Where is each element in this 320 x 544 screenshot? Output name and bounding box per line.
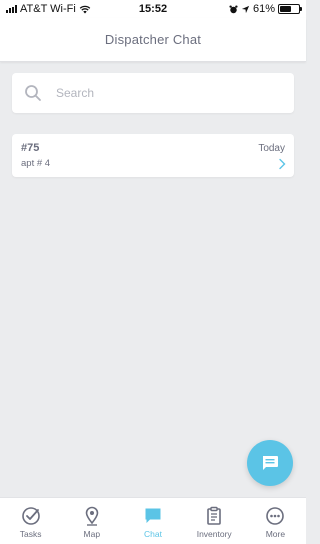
- header: Dispatcher Chat: [0, 18, 306, 62]
- nav-label-map: Map: [83, 529, 101, 539]
- battery-fill: [280, 6, 291, 12]
- cellular-signal-icon: [6, 5, 17, 13]
- nav-item-map[interactable]: Map: [61, 498, 122, 544]
- clipboard-icon: [207, 506, 222, 525]
- nav-label-inventory: Inventory: [196, 529, 232, 539]
- nav-item-tasks[interactable]: Tasks: [0, 498, 61, 544]
- status-bar: AT&T Wi-Fi 15:52 61%: [0, 0, 306, 18]
- nav-item-inventory[interactable]: Inventory: [184, 498, 245, 544]
- chat-bubble-icon: [145, 508, 161, 523]
- screen: AT&T Wi-Fi 15:52 61% Dispatcher Chat Sea…: [0, 0, 306, 544]
- new-chat-button[interactable]: [247, 440, 293, 486]
- nav-label-more: More: [265, 529, 286, 539]
- nav-label-tasks: Tasks: [19, 529, 42, 539]
- chat-title: #75: [21, 142, 40, 154]
- chat-date: Today: [258, 143, 285, 154]
- chat-subtitle: apt # 4: [21, 158, 51, 169]
- more-dots-icon: [266, 507, 285, 525]
- alarm-icon: [229, 4, 238, 13]
- nav-item-chat[interactable]: Chat: [122, 498, 183, 544]
- bottom-nav: Tasks Map Chat Inventory More: [0, 497, 306, 544]
- page-title: Dispatcher Chat: [104, 32, 202, 47]
- nav-label-chat: Chat: [144, 529, 162, 539]
- search-bar[interactable]: [12, 73, 294, 113]
- battery-percent: 61%: [252, 3, 275, 15]
- status-left: AT&T Wi-Fi: [6, 3, 116, 15]
- wifi-icon: [79, 5, 91, 13]
- search-input[interactable]: [56, 86, 266, 100]
- chevron-right-icon: [279, 158, 286, 170]
- carrier-label: AT&T Wi-Fi: [20, 3, 76, 15]
- map-pin-icon: [85, 506, 99, 526]
- clock: 15:52: [138, 3, 168, 15]
- nav-item-more[interactable]: More: [245, 498, 306, 544]
- check-circle-icon: [21, 507, 40, 525]
- battery-icon: [278, 4, 302, 14]
- location-arrow-icon: [241, 5, 250, 13]
- search-icon: [25, 85, 41, 101]
- chat-bubble-icon: [263, 456, 278, 470]
- status-right: 61%: [190, 3, 302, 15]
- chat-list-item[interactable]: #75 Today apt # 4: [12, 134, 294, 177]
